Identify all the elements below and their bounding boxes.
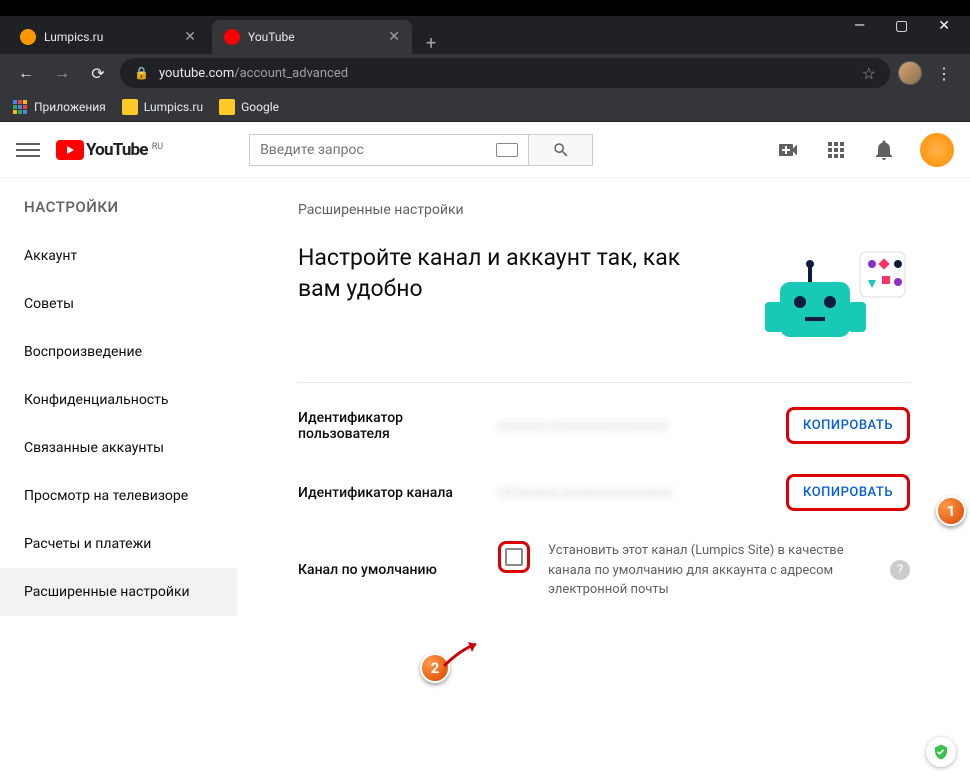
sidebar-item-tips[interactable]: Советы xyxy=(0,280,237,328)
maximize-button[interactable]: ▢ xyxy=(895,18,908,34)
url-input[interactable]: 🔒 youtube.com/account_advanced ☆ xyxy=(120,58,890,88)
address-bar: ← → ⟳ 🔒 youtube.com/account_advanced ☆ ⋮ xyxy=(0,54,970,92)
browser-menu-button[interactable]: ⋮ xyxy=(930,64,958,83)
bell-icon[interactable] xyxy=(872,138,896,162)
channel-id-row: Идентификатор канала UCxxxxxx-xxxxxxxxxx… xyxy=(298,474,910,511)
sidebar-item-privacy[interactable]: Конфиденциальность xyxy=(0,376,237,424)
url-text: youtube.com/account_advanced xyxy=(159,66,348,81)
favicon-icon xyxy=(20,29,36,45)
bookmark-star-icon[interactable]: ☆ xyxy=(862,64,876,83)
play-icon xyxy=(56,140,84,160)
lock-icon: 🔒 xyxy=(134,66,149,80)
section-label: Расширенные настройки xyxy=(298,202,910,218)
default-channel-text: Установить этот канал (Lumpics Site) в к… xyxy=(548,541,888,600)
account-avatar[interactable] xyxy=(920,133,954,167)
help-icon[interactable]: ? xyxy=(890,560,910,580)
youtube-header: YouTube RU xyxy=(0,122,970,178)
channel-id-value: UCxxxxxx-xxxxxxxxxxxxxxxx xyxy=(498,485,786,501)
back-button[interactable]: ← xyxy=(12,63,40,83)
callout-1: 1 xyxy=(936,496,966,526)
shield-badge-icon[interactable] xyxy=(926,737,956,767)
apps-button[interactable]: Приложения xyxy=(12,99,106,115)
user-id-value: xxxxxxx-xxxxxxxxxxxxxxxxx xyxy=(498,418,786,434)
divider xyxy=(298,382,910,383)
copy-channel-id-button[interactable]: КОПИРОВАТЬ xyxy=(786,474,910,511)
minimize-button[interactable]: — xyxy=(854,18,865,34)
video-create-icon[interactable] xyxy=(776,138,800,162)
folder-icon xyxy=(122,99,138,115)
search-wrap xyxy=(249,134,593,166)
page-content: YouTube RU НАСТРОЙКИ Аккаунт Советы Восп… xyxy=(0,122,970,781)
tab-lumpics[interactable]: Lumpics.ru ✕ xyxy=(8,20,208,54)
favicon-icon xyxy=(224,29,240,45)
search-input[interactable] xyxy=(249,134,529,166)
sidebar-item-advanced[interactable]: Расширенные настройки xyxy=(0,568,237,616)
user-id-label: Идентификатор пользователя xyxy=(298,410,498,442)
tab-title: Lumpics.ru xyxy=(44,30,103,44)
sidebar-item-account[interactable]: Аккаунт xyxy=(0,232,237,280)
search-field[interactable] xyxy=(260,142,496,158)
profile-avatar-icon[interactable] xyxy=(898,61,922,85)
default-channel-checkbox[interactable] xyxy=(505,548,523,566)
sidebar-header: НАСТРОЙКИ xyxy=(0,190,237,232)
new-tab-button[interactable]: + xyxy=(416,33,446,54)
hero-illustration-icon xyxy=(760,242,910,352)
tab-title: YouTube xyxy=(248,30,295,44)
sidebar-item-linked[interactable]: Связанные аккаунты xyxy=(0,424,237,472)
folder-icon xyxy=(219,99,235,115)
bookmark-folder[interactable]: Google xyxy=(219,99,279,115)
keyboard-icon[interactable] xyxy=(496,143,518,157)
copy-user-id-button[interactable]: КОПИРОВАТЬ xyxy=(786,407,910,444)
logo-text: YouTube xyxy=(86,140,148,160)
header-actions xyxy=(776,133,954,167)
apps-icon xyxy=(12,99,28,115)
channel-id-label: Идентификатор канала xyxy=(298,485,498,501)
window-controls: — ▢ ✕ xyxy=(854,18,950,34)
menu-button[interactable] xyxy=(16,138,40,162)
default-channel-row: Канал по умолчанию Установить этот канал… xyxy=(298,541,910,600)
apps-grid-icon[interactable] xyxy=(824,138,848,162)
search-button[interactable] xyxy=(529,134,593,166)
forward-button[interactable]: → xyxy=(48,63,76,83)
default-channel-label: Канал по умолчанию xyxy=(298,562,498,578)
sidebar-item-billing[interactable]: Расчеты и платежи xyxy=(0,520,237,568)
search-icon xyxy=(552,141,570,159)
arrow-icon xyxy=(442,640,482,670)
settings-sidebar: НАСТРОЙКИ Аккаунт Советы Воспроизведение… xyxy=(0,178,238,781)
page-heading: Настройте канал и аккаунт так, как вам у… xyxy=(298,242,718,304)
reload-button[interactable]: ⟳ xyxy=(84,64,112,83)
bookmark-folder[interactable]: Lumpics.ru xyxy=(122,99,203,115)
bookmarks-bar: Приложения Lumpics.ru Google xyxy=(0,92,970,122)
close-icon[interactable]: ✕ xyxy=(388,29,400,45)
tab-youtube[interactable]: YouTube ✕ xyxy=(212,20,412,54)
sidebar-item-playback[interactable]: Воспроизведение xyxy=(0,328,237,376)
region-label: RU xyxy=(152,142,163,152)
user-id-row: Идентификатор пользователя xxxxxxx-xxxxx… xyxy=(298,407,910,444)
close-button[interactable]: ✕ xyxy=(938,18,950,34)
close-icon[interactable]: ✕ xyxy=(184,29,196,45)
youtube-logo[interactable]: YouTube RU xyxy=(56,140,163,160)
checkbox-highlight xyxy=(498,541,530,573)
main-panel: Расширенные настройки Настройте канал и … xyxy=(238,178,970,781)
sidebar-item-tv[interactable]: Просмотр на телевизоре xyxy=(0,472,237,520)
browser-tabbar: Lumpics.ru ✕ YouTube ✕ + xyxy=(0,16,970,54)
